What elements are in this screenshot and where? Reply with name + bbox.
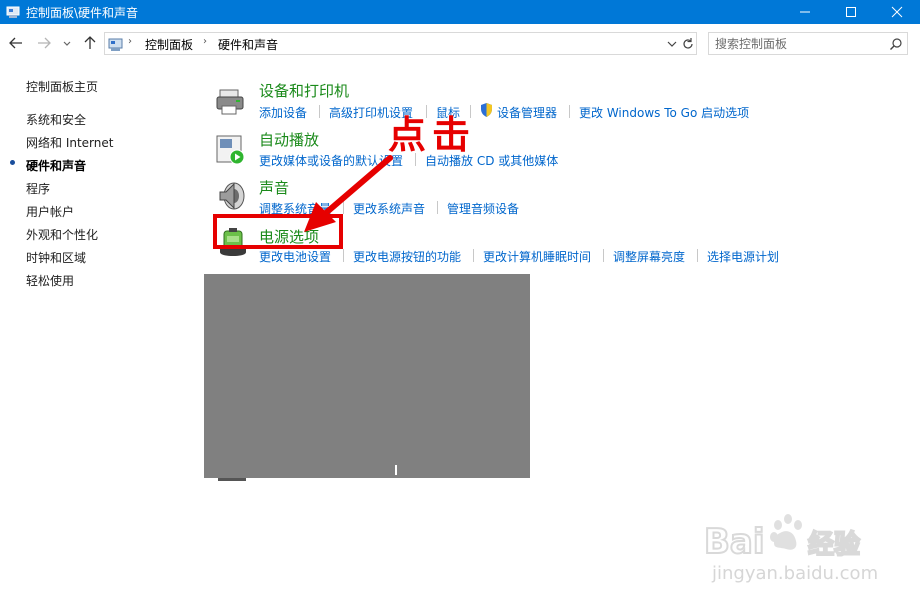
sidebar-item-network[interactable]: 网络和 Internet [26, 134, 113, 151]
link-divider [437, 201, 438, 214]
sidebar-item-appearance[interactable]: 外观和个性化 [26, 226, 98, 243]
sidebar-item-user-accounts[interactable]: 用户帐户 [26, 203, 74, 220]
chevron-down-icon [63, 41, 71, 46]
link-windows-to-go[interactable]: 更改 Windows To Go 启动选项 [579, 104, 749, 121]
breadcrumb-hardware-sound[interactable]: 硬件和声音 [218, 36, 278, 53]
speaker-icon [216, 180, 248, 212]
sidebar-home-link[interactable]: 控制面板主页 [26, 78, 98, 95]
link-divider [343, 249, 344, 262]
baidu-watermark: Bai 经验 jingyan.baidu.com [700, 505, 878, 584]
link-screen-brightness[interactable]: 调整屏幕亮度 [613, 248, 685, 265]
link-sleep-time[interactable]: 更改计算机睡眠时间 [483, 248, 591, 265]
link-choose-power-plan[interactable]: 选择电源计划 [707, 248, 779, 265]
watermark-url: jingyan.baidu.com [712, 563, 879, 584]
svg-text:经验: 经验 [808, 529, 860, 560]
arrow-up-icon [84, 36, 96, 49]
sidebar-item-hardware-sound[interactable]: 硬件和声音 [26, 157, 86, 174]
arrow-right-icon [38, 37, 51, 49]
current-page-bullet [10, 160, 15, 165]
svg-text:Bai: Bai [704, 522, 765, 562]
control-panel-icon [6, 5, 20, 19]
link-divider [319, 105, 320, 118]
window-title: 控制面板\硬件和声音 [26, 6, 139, 20]
breadcrumb-control-panel[interactable]: 控制面板 [145, 36, 193, 53]
link-change-battery-settings[interactable]: 更改电池设置 [259, 248, 331, 265]
link-device-manager[interactable]: 设备管理器 [497, 104, 557, 121]
title-bar: 控制面板\硬件和声音 [0, 0, 920, 24]
up-button[interactable] [82, 35, 98, 51]
link-power-button-function[interactable]: 更改电源按钮的功能 [353, 248, 461, 265]
link-divider [473, 249, 474, 262]
gray-overlay-panel [204, 274, 530, 481]
sidebar-item-programs[interactable]: 程序 [26, 180, 50, 197]
chevron-down-icon [667, 41, 677, 47]
maximize-button[interactable] [828, 0, 874, 24]
forward-button[interactable] [36, 35, 52, 51]
category-title-autoplay[interactable]: 自动播放 [259, 129, 319, 150]
shield-icon [479, 102, 494, 121]
search-icon[interactable] [889, 37, 903, 54]
baidu-logo-icon: Bai 经验 [703, 514, 861, 563]
autoplay-icon [214, 134, 246, 166]
recent-locations-button[interactable] [62, 35, 72, 51]
category-title-sound[interactable]: 声音 [259, 177, 289, 198]
search-input[interactable] [715, 35, 880, 52]
overlay-mark [395, 465, 397, 475]
minimize-button[interactable] [782, 0, 828, 24]
address-dropdown-button[interactable] [666, 37, 678, 54]
link-divider [569, 105, 570, 118]
sidebar-item-ease-of-access[interactable]: 轻松使用 [26, 272, 74, 289]
overlay-mark [218, 478, 246, 481]
breadcrumb-separator: › [128, 36, 132, 47]
sidebar-item-clock-region[interactable]: 时钟和区域 [26, 249, 86, 266]
close-button[interactable] [874, 0, 920, 24]
sidebar-item-system-security[interactable]: 系统和安全 [26, 111, 86, 128]
printer-icon [214, 86, 246, 118]
category-title-devices-printers[interactable]: 设备和打印机 [259, 80, 349, 101]
link-add-device[interactable]: 添加设备 [259, 104, 307, 121]
address-toolbar: › 控制面板 › 硬件和声音 [0, 24, 920, 62]
search-box[interactable] [708, 32, 908, 55]
annotation-highlight-box [213, 214, 343, 249]
link-divider [697, 249, 698, 262]
address-box[interactable]: › 控制面板 › 硬件和声音 [104, 32, 697, 55]
refresh-button[interactable] [681, 36, 695, 55]
back-button[interactable] [8, 35, 24, 51]
breadcrumb-separator: › [203, 36, 207, 47]
link-divider [603, 249, 604, 262]
arrow-left-icon [9, 37, 22, 49]
control-panel-icon [108, 36, 124, 55]
link-manage-audio-devices[interactable]: 管理音频设备 [447, 200, 519, 217]
refresh-icon [683, 38, 693, 49]
annotation-label: 点击 [388, 112, 477, 157]
